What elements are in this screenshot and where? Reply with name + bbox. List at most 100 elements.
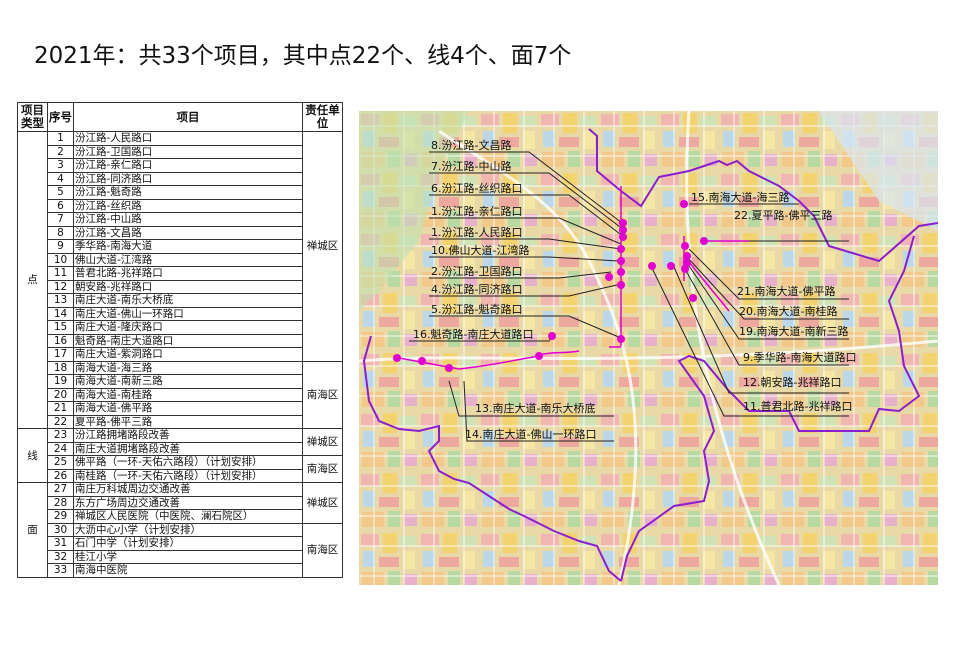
marker — [689, 294, 697, 302]
marker — [619, 233, 627, 241]
project-name: 南海大道-佛平路 — [73, 401, 303, 416]
marker — [680, 200, 688, 208]
row-number: 31 — [47, 536, 74, 551]
project-name: 朝安路-兆祥路口 — [73, 279, 303, 294]
district-cell: 禅城区 — [302, 131, 343, 362]
project-name: 普君北路-兆祥路口 — [73, 266, 303, 281]
row-number: 15 — [47, 320, 74, 335]
project-name: 汾江路-卫国路口 — [73, 144, 303, 159]
table-row: 28 东方广场周边交通改善 — [18, 495, 343, 510]
header-project: 项目 — [73, 102, 303, 132]
project-name: 南庄大道-紫洞路口 — [73, 347, 303, 362]
project-name: 汾江路-魁奇路 — [73, 185, 303, 200]
table-row: 16 魁奇路-南庄大道路口 — [18, 333, 343, 348]
marker — [445, 364, 453, 372]
project-name: 南庄大道-隆庆路口 — [73, 320, 303, 335]
table-row: 33 南海中医院 — [18, 563, 343, 578]
marker — [683, 252, 691, 260]
table-row: 9 季华路-南海大道 — [18, 239, 343, 254]
row-number: 7 — [47, 212, 74, 227]
marker — [418, 357, 426, 365]
row-number: 6 — [47, 198, 74, 213]
table-row: 6 汾江路-丝织路 — [18, 198, 343, 213]
header-type: 项目类型 — [17, 102, 48, 132]
table-row: 20 南海大道-南桂路 — [18, 387, 343, 402]
row-number: 10 — [47, 252, 74, 267]
table-row: 19 南海大道-南新三路 — [18, 374, 343, 389]
row-number: 24 — [47, 441, 74, 456]
row-number: 4 — [47, 171, 74, 186]
marker — [548, 332, 556, 340]
table-row: 31 石门中学（计划安排） — [18, 536, 343, 551]
map-label: 7.汾江路-中山路 — [431, 160, 511, 173]
project-name: 佛平路（一环-天佑六路段）（计划安排） — [73, 455, 303, 470]
project-name: 汾江路-丝织路 — [73, 198, 303, 213]
table-row: 26 南桂路（一环-天佑六路段）（计划安排） — [18, 468, 343, 483]
map-label: 22.夏平路-佛平三路 — [734, 209, 832, 222]
project-name: 南庄大道-南乐大桥底 — [73, 293, 303, 308]
table-row: 25 佛平路（一环-天佑六路段）（计划安排） 南海区 — [18, 455, 343, 483]
row-number: 26 — [47, 468, 74, 483]
project-name: 南庄大道拥堵路段改善 — [73, 441, 303, 456]
map-label: 8.汾江路-文昌路 — [431, 138, 511, 152]
header-no: 序号 — [47, 102, 74, 132]
map-label: 10.佛山大道-江湾路 — [431, 243, 529, 257]
table-row: 8 汾江路-文昌路 — [18, 225, 343, 240]
table-row: 29 禅城区人民医院（中医院、澜石院区） — [18, 509, 343, 524]
project-name: 南海大道-南新三路 — [73, 374, 303, 389]
table-body: 点 1 汾江路-人民路口 禅城区 2 汾江路-卫国路口 3 汾江路-亲仁路口 4 汾江路-同济路口… — [17, 131, 343, 578]
map-label: 2.汾江路-卫国路口 — [431, 265, 522, 278]
marker — [681, 265, 689, 273]
row-number: 8 — [47, 225, 74, 240]
project-name: 南庄万科城周边交通改善 — [73, 482, 303, 497]
row-number: 29 — [47, 509, 74, 524]
category-cell: 点 — [17, 131, 48, 429]
marker — [681, 242, 689, 250]
row-number: 22 — [47, 414, 74, 429]
project-name: 夏平路-佛平三路 — [73, 414, 303, 429]
row-number: 9 — [47, 239, 74, 254]
marker — [648, 262, 656, 270]
project-name: 大沥中心小学（计划安排） — [73, 522, 303, 537]
row-number: 21 — [47, 401, 74, 416]
table-row: 13 南庄大道-南乐大桥底 — [18, 293, 343, 308]
projects-table: 项目类型 序号 项目 责任单位 点 1 汾江路-人民路口 禅城区 2 汾江路-卫国路口 3 汾… — [17, 102, 343, 578]
map-label: 12.朝安路-兆祥路口 — [743, 375, 841, 389]
table-row: 4 汾江路-同济路口 — [18, 171, 343, 186]
map-label: 19.南海大道-南新三路 — [739, 324, 848, 338]
table-header-row: 项目类型 序号 项目 责任单位 — [17, 102, 343, 132]
table-row: 12 朝安路-兆祥路口 — [18, 279, 343, 294]
project-name: 汾江路-文昌路 — [73, 225, 303, 240]
marker — [605, 273, 613, 281]
project-name: 南海大道-海三路 — [73, 360, 303, 375]
project-name: 季华路-南海大道 — [73, 239, 303, 254]
map-canvas: 8.汾江路-文昌路 7.汾江路-中山路 6.汾江路-丝织路口 1.汾江路-亲仁路… — [359, 111, 938, 585]
map-label: 14.南庄大道-佛山一环路口 — [465, 427, 596, 441]
row-number: 11 — [47, 266, 74, 281]
map-label: 21.南海大道-佛平路 — [737, 284, 835, 298]
project-name: 汾江路-中山路 — [73, 212, 303, 227]
table-row: 14 南庄大道-佛山一环路口 — [18, 306, 343, 321]
row-number: 27 — [47, 482, 74, 497]
row-number: 25 — [47, 455, 74, 470]
marker — [617, 335, 625, 343]
project-map: 8.汾江路-文昌路 7.汾江路-中山路 6.汾江路-丝织路口 1.汾江路-亲仁路… — [359, 111, 938, 585]
marker — [393, 354, 401, 362]
table-row: 24 南庄大道拥堵路段改善 — [18, 441, 343, 456]
project-name: 汾江路-亲仁路口 — [73, 158, 303, 173]
project-name: 东方广场周边交通改善 — [73, 495, 303, 510]
row-number: 2 — [47, 144, 74, 159]
row-number: 16 — [47, 333, 74, 348]
page-title: 2021年：共33个项目，其中点22个、线4个、面7个 — [34, 43, 572, 69]
table-row: 7 汾江路-中山路 — [18, 212, 343, 227]
table-row: 点 1 汾江路-人民路口 禅城区 — [17, 131, 343, 429]
district-cell: 南海区 — [302, 455, 343, 483]
marker — [619, 219, 627, 227]
row-number: 14 — [47, 306, 74, 321]
map-label: 16.魁奇路-南庄大道路口 — [413, 327, 533, 341]
row-number: 17 — [47, 347, 74, 362]
marker — [700, 237, 708, 245]
table-row: 21 南海大道-佛平路 — [18, 401, 343, 416]
project-name: 南桂路（一环-天佑六路段）（计划安排） — [73, 468, 303, 483]
table-row: 11 普君北路-兆祥路口 — [18, 266, 343, 281]
